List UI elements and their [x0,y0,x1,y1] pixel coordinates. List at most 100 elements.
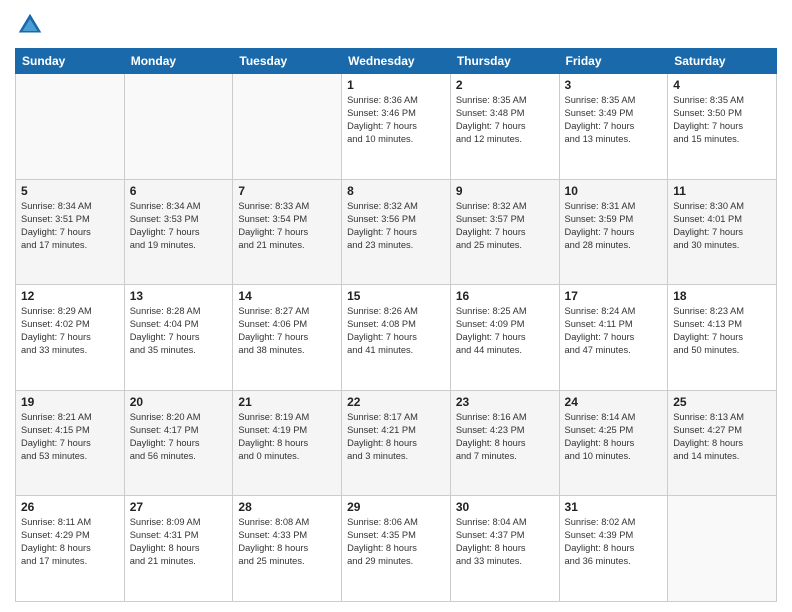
weekday-header-wednesday: Wednesday [342,49,451,74]
calendar-cell: 15 Sunrise: 8:26 AM Sunset: 4:08 PM Dayli… [342,285,451,391]
day-number: 5 [21,184,119,198]
day-content: Sunrise: 8:32 AM Sunset: 3:56 PM Dayligh… [347,200,445,252]
calendar-cell [16,74,125,180]
day-number: 28 [238,500,336,514]
calendar-cell: 13 Sunrise: 8:28 AM Sunset: 4:04 PM Dayli… [124,285,233,391]
calendar-cell: 16 Sunrise: 8:25 AM Sunset: 4:09 PM Dayli… [450,285,559,391]
day-content: Sunrise: 8:28 AM Sunset: 4:04 PM Dayligh… [130,305,228,357]
calendar-cell: 30 Sunrise: 8:04 AM Sunset: 4:37 PM Dayli… [450,496,559,602]
day-number: 25 [673,395,771,409]
day-content: Sunrise: 8:08 AM Sunset: 4:33 PM Dayligh… [238,516,336,568]
weekday-header-friday: Friday [559,49,668,74]
calendar-week-2: 5 Sunrise: 8:34 AM Sunset: 3:51 PM Daylig… [16,179,777,285]
calendar-week-4: 19 Sunrise: 8:21 AM Sunset: 4:15 PM Dayli… [16,390,777,496]
calendar-cell [124,74,233,180]
day-content: Sunrise: 8:09 AM Sunset: 4:31 PM Dayligh… [130,516,228,568]
calendar-cell: 2 Sunrise: 8:35 AM Sunset: 3:48 PM Daylig… [450,74,559,180]
calendar-cell: 4Sunrise: 8:35 AM Sunset: 3:50 PM Daylig… [668,74,777,180]
calendar-week-1: 1 Sunrise: 8:36 AM Sunset: 3:46 PM Daylig… [16,74,777,180]
day-content: Sunrise: 8:30 AM Sunset: 4:01 PM Dayligh… [673,200,771,252]
day-content: Sunrise: 8:25 AM Sunset: 4:09 PM Dayligh… [456,305,554,357]
header [15,10,777,40]
day-content: Sunrise: 8:36 AM Sunset: 3:46 PM Dayligh… [347,94,445,146]
day-content: Sunrise: 8:06 AM Sunset: 4:35 PM Dayligh… [347,516,445,568]
weekday-header-thursday: Thursday [450,49,559,74]
logo [15,10,49,40]
day-content: Sunrise: 8:16 AM Sunset: 4:23 PM Dayligh… [456,411,554,463]
calendar-cell: 31Sunrise: 8:02 AM Sunset: 4:39 PM Dayli… [559,496,668,602]
day-content: Sunrise: 8:34 AM Sunset: 3:53 PM Dayligh… [130,200,228,252]
day-number: 11 [673,184,771,198]
calendar-cell: 20 Sunrise: 8:20 AM Sunset: 4:17 PM Dayli… [124,390,233,496]
calendar-cell [233,74,342,180]
day-number: 10 [565,184,663,198]
day-content: Sunrise: 8:27 AM Sunset: 4:06 PM Dayligh… [238,305,336,357]
day-content: Sunrise: 8:31 AM Sunset: 3:59 PM Dayligh… [565,200,663,252]
day-number: 1 [347,78,445,92]
day-content: Sunrise: 8:34 AM Sunset: 3:51 PM Dayligh… [21,200,119,252]
calendar-week-5: 26Sunrise: 8:11 AM Sunset: 4:29 PM Dayli… [16,496,777,602]
calendar-cell: 12 Sunrise: 8:29 AM Sunset: 4:02 PM Dayli… [16,285,125,391]
day-content: Sunrise: 8:32 AM Sunset: 3:57 PM Dayligh… [456,200,554,252]
calendar-cell: 28 Sunrise: 8:08 AM Sunset: 4:33 PM Dayli… [233,496,342,602]
day-number: 24 [565,395,663,409]
day-number: 29 [347,500,445,514]
day-number: 17 [565,289,663,303]
day-number: 15 [347,289,445,303]
day-content: Sunrise: 8:19 AM Sunset: 4:19 PM Dayligh… [238,411,336,463]
calendar-cell: 25Sunrise: 8:13 AM Sunset: 4:27 PM Dayli… [668,390,777,496]
calendar-table: SundayMondayTuesdayWednesdayThursdayFrid… [15,48,777,602]
calendar-cell: 9 Sunrise: 8:32 AM Sunset: 3:57 PM Daylig… [450,179,559,285]
day-content: Sunrise: 8:26 AM Sunset: 4:08 PM Dayligh… [347,305,445,357]
calendar-cell: 24Sunrise: 8:14 AM Sunset: 4:25 PM Dayli… [559,390,668,496]
day-content: Sunrise: 8:21 AM Sunset: 4:15 PM Dayligh… [21,411,119,463]
day-number: 21 [238,395,336,409]
calendar-cell: 18 Sunrise: 8:23 AM Sunset: 4:13 PM Dayli… [668,285,777,391]
calendar-cell: 21 Sunrise: 8:19 AM Sunset: 4:19 PM Dayli… [233,390,342,496]
day-content: Sunrise: 8:29 AM Sunset: 4:02 PM Dayligh… [21,305,119,357]
calendar-page: SundayMondayTuesdayWednesdayThursdayFrid… [0,0,792,612]
calendar-cell: 22 Sunrise: 8:17 AM Sunset: 4:21 PM Dayli… [342,390,451,496]
day-content: Sunrise: 8:24 AM Sunset: 4:11 PM Dayligh… [565,305,663,357]
calendar-cell: 19 Sunrise: 8:21 AM Sunset: 4:15 PM Dayli… [16,390,125,496]
calendar-cell: 8Sunrise: 8:32 AM Sunset: 3:56 PM Daylig… [342,179,451,285]
day-number: 7 [238,184,336,198]
day-number: 13 [130,289,228,303]
day-content: Sunrise: 8:35 AM Sunset: 3:48 PM Dayligh… [456,94,554,146]
weekday-header-row: SundayMondayTuesdayWednesdayThursdayFrid… [16,49,777,74]
day-number: 19 [21,395,119,409]
day-number: 16 [456,289,554,303]
day-content: Sunrise: 8:02 AM Sunset: 4:39 PM Dayligh… [565,516,663,568]
day-content: Sunrise: 8:04 AM Sunset: 4:37 PM Dayligh… [456,516,554,568]
calendar-cell [668,496,777,602]
day-content: Sunrise: 8:33 AM Sunset: 3:54 PM Dayligh… [238,200,336,252]
day-number: 14 [238,289,336,303]
calendar-week-3: 12 Sunrise: 8:29 AM Sunset: 4:02 PM Dayli… [16,285,777,391]
weekday-header-sunday: Sunday [16,49,125,74]
day-content: Sunrise: 8:23 AM Sunset: 4:13 PM Dayligh… [673,305,771,357]
day-number: 18 [673,289,771,303]
calendar-cell: 3 Sunrise: 8:35 AM Sunset: 3:49 PM Daylig… [559,74,668,180]
calendar-cell: 17 Sunrise: 8:24 AM Sunset: 4:11 PM Dayli… [559,285,668,391]
day-number: 9 [456,184,554,198]
day-content: Sunrise: 8:17 AM Sunset: 4:21 PM Dayligh… [347,411,445,463]
day-content: Sunrise: 8:20 AM Sunset: 4:17 PM Dayligh… [130,411,228,463]
day-number: 12 [21,289,119,303]
calendar-cell: 7 Sunrise: 8:33 AM Sunset: 3:54 PM Daylig… [233,179,342,285]
day-number: 22 [347,395,445,409]
day-content: Sunrise: 8:35 AM Sunset: 3:49 PM Dayligh… [565,94,663,146]
weekday-header-tuesday: Tuesday [233,49,342,74]
calendar-cell: 1 Sunrise: 8:36 AM Sunset: 3:46 PM Daylig… [342,74,451,180]
calendar-cell: 14 Sunrise: 8:27 AM Sunset: 4:06 PM Dayli… [233,285,342,391]
day-number: 30 [456,500,554,514]
weekday-header-monday: Monday [124,49,233,74]
day-number: 6 [130,184,228,198]
calendar-cell: 5 Sunrise: 8:34 AM Sunset: 3:51 PM Daylig… [16,179,125,285]
logo-icon [15,10,45,40]
day-number: 3 [565,78,663,92]
weekday-header-saturday: Saturday [668,49,777,74]
day-number: 2 [456,78,554,92]
calendar-cell: 29 Sunrise: 8:06 AM Sunset: 4:35 PM Dayli… [342,496,451,602]
day-content: Sunrise: 8:11 AM Sunset: 4:29 PM Dayligh… [21,516,119,568]
day-number: 20 [130,395,228,409]
